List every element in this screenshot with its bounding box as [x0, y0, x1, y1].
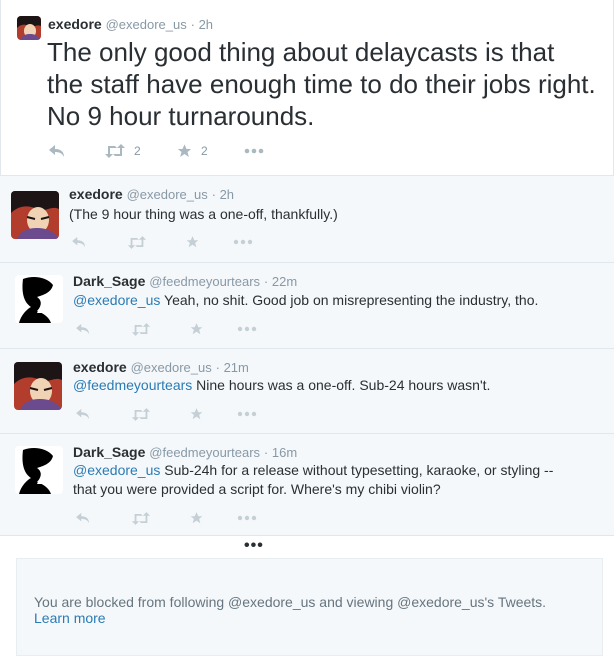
reply-icon [76, 408, 89, 420]
retweet-icon [127, 235, 147, 249]
author-handle[interactable]: @exedore_us [106, 17, 187, 32]
author-handle[interactable]: @feedmeyourtears [149, 274, 260, 289]
retweet-button[interactable] [127, 235, 185, 249]
reply-button[interactable] [75, 408, 131, 420]
mention-link[interactable]: @feedmeyourtears [73, 377, 192, 393]
reply-button[interactable] [75, 512, 131, 524]
mention-link[interactable]: @exedore_us [73, 292, 160, 308]
retweet-button[interactable] [131, 407, 189, 421]
tweet-actions [71, 235, 253, 249]
reply-icon [49, 145, 64, 157]
blocked-message: You are blocked from following @exedore_… [34, 594, 547, 610]
more-icon [237, 326, 257, 332]
more-button[interactable] [244, 148, 264, 154]
tweet-actions [75, 407, 257, 421]
tweet-body: Nine hours was a one-off. Sub-24 hours w… [192, 377, 491, 393]
more-replies-indicator[interactable]: ••• [244, 537, 264, 555]
mention-link[interactable]: @exedore_us [73, 462, 160, 478]
tweet-header: exedore @exedore_us · 2h [69, 186, 235, 202]
more-icon [244, 148, 264, 154]
tweet-text: @feedmeyourtears Nine hours was a one-of… [73, 376, 490, 395]
author-name[interactable]: exedore [48, 16, 102, 32]
reply-button[interactable] [48, 144, 104, 158]
star-icon [190, 323, 203, 335]
star-icon [186, 236, 199, 248]
tweet-timestamp[interactable]: 2h [199, 17, 213, 32]
tweet-header: Dark_Sage @feedmeyourtears · 16m [73, 444, 298, 460]
tweet-actions [75, 511, 257, 525]
author-name[interactable]: Dark_Sage [73, 444, 145, 460]
reply-tweet: exedore @exedore_us · 21m @feedmeyourtea… [0, 349, 614, 434]
more-button[interactable] [237, 326, 257, 332]
retweet-button[interactable] [131, 322, 189, 336]
tweet-actions [75, 322, 257, 336]
reply-button[interactable] [71, 236, 127, 248]
more-icon [237, 411, 257, 417]
retweet-count: 2 [134, 144, 141, 158]
tweet-header: Dark_Sage @feedmeyourtears · 22m [73, 273, 298, 289]
reply-icon [76, 323, 89, 335]
author-handle[interactable]: @feedmeyourtears [149, 445, 260, 460]
favorite-button[interactable] [189, 511, 237, 525]
author-handle[interactable]: @exedore_us [127, 187, 208, 202]
retweet-icon [131, 407, 151, 421]
avatar[interactable] [17, 16, 41, 40]
retweet-button[interactable] [131, 511, 189, 525]
tweet-timestamp[interactable]: 16m [272, 445, 297, 460]
favorite-button[interactable]: 2 [176, 143, 244, 159]
favorite-count: 2 [201, 144, 208, 158]
reply-tweet: Dark_Sage @feedmeyourtears · 16m @exedor… [0, 434, 614, 536]
tweet-text: (The 9 hour thing was a one-off, thankfu… [69, 205, 338, 224]
more-button[interactable] [237, 411, 257, 417]
tweet-header: exedore @exedore_us · 2h [48, 16, 214, 32]
avatar[interactable] [14, 362, 62, 410]
retweet-icon [131, 511, 151, 525]
tweet-text: @exedore_us Sub-24h for a release withou… [73, 461, 573, 499]
more-button[interactable] [237, 515, 257, 521]
avatar[interactable] [11, 191, 59, 239]
author-name[interactable]: Dark_Sage [73, 273, 145, 289]
author-name[interactable]: exedore [69, 186, 123, 202]
blocked-notice: You are blocked from following @exedore_… [16, 558, 603, 656]
tweet-body: Yeah, no shit. Good job on misrepresenti… [160, 292, 539, 308]
more-icon [233, 239, 253, 245]
retweet-icon [105, 144, 125, 158]
more-button[interactable] [233, 239, 253, 245]
main-tweet: exedore @exedore_us · 2h The only good t… [0, 0, 614, 176]
tweet-timestamp[interactable]: 2h [220, 187, 234, 202]
reply-icon [72, 236, 85, 248]
tweet-timestamp[interactable]: 22m [272, 274, 297, 289]
tweet-body: (The 9 hour thing was a one-off, thankfu… [69, 206, 338, 222]
retweet-icon [131, 322, 151, 336]
author-name[interactable]: exedore [73, 359, 127, 375]
reply-button[interactable] [75, 323, 131, 335]
tweet-text: The only good thing about delaycasts is … [47, 37, 596, 131]
author-handle[interactable]: @exedore_us [131, 360, 212, 375]
star-icon [177, 144, 192, 157]
star-icon [190, 512, 203, 524]
avatar[interactable] [15, 446, 63, 494]
reply-tweet: Dark_Sage @feedmeyourtears · 22m @exedor… [0, 263, 614, 349]
favorite-button[interactable] [189, 322, 237, 336]
reply-tweet: exedore @exedore_us · 2h (The 9 hour thi… [0, 176, 614, 263]
tweet-timestamp[interactable]: 21m [224, 360, 249, 375]
reply-icon [76, 512, 89, 524]
tweet-actions: 2 2 [48, 143, 264, 159]
tweet-text: @exedore_us Yeah, no shit. Good job on m… [73, 291, 538, 310]
favorite-button[interactable] [189, 407, 237, 421]
more-icon [237, 515, 257, 521]
learn-more-link[interactable]: Learn more [34, 610, 106, 626]
retweet-button[interactable]: 2 [104, 144, 176, 158]
star-icon [190, 408, 203, 420]
avatar[interactable] [15, 275, 63, 323]
favorite-button[interactable] [185, 235, 233, 249]
tweet-header: exedore @exedore_us · 21m [73, 359, 249, 375]
